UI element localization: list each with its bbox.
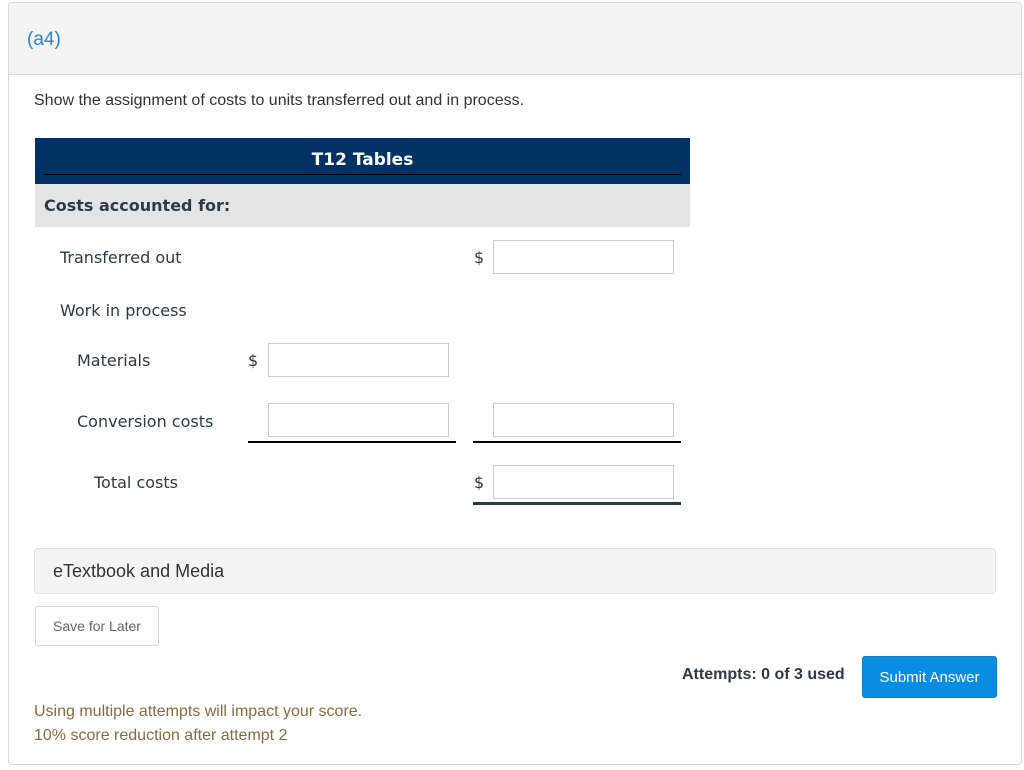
attempts-counter: Attempts: 0 of 3 used [682, 666, 845, 683]
work-in-process-total-input[interactable] [493, 403, 674, 437]
subtotal-underline [473, 441, 681, 443]
materials-input[interactable] [268, 343, 449, 377]
table-header: T12 Tables [35, 138, 690, 184]
label-work-in-process: Work in process [60, 301, 187, 320]
table-header-rule [44, 174, 681, 175]
table-title: T12 Tables [311, 150, 414, 170]
total-costs-input[interactable] [493, 465, 674, 499]
dollar-sign: $ [474, 473, 485, 492]
label-total-costs: Total costs [94, 473, 178, 492]
conversion-costs-input[interactable] [268, 403, 449, 437]
warning-line-1: Using multiple attempts will impact your… [34, 703, 363, 720]
label-transferred-out: Transferred out [60, 248, 182, 267]
submit-answer-button[interactable]: Submit Answer [862, 656, 997, 698]
transferred-out-input[interactable] [493, 240, 674, 274]
section-label: Costs accounted for: [44, 196, 231, 215]
section-row-costs-accounted: Costs accounted for: [35, 184, 690, 227]
attempts-warning: Using multiple attempts will impact your… [34, 700, 362, 748]
label-materials: Materials [77, 351, 151, 370]
question-card: (a4) [8, 2, 1022, 765]
dollar-sign: $ [248, 351, 259, 370]
question-prompt: Show the assignment of costs to units tr… [34, 92, 525, 109]
total-underline [473, 502, 681, 505]
save-for-later-button[interactable]: Save for Later [35, 606, 159, 646]
dollar-sign: $ [474, 248, 485, 267]
warning-line-2: 10% score reduction after attempt 2 [34, 727, 288, 744]
subtotal-underline [248, 441, 456, 443]
label-conversion-costs: Conversion costs [77, 412, 214, 431]
part-label: (a4) [27, 29, 61, 50]
etextbook-media-panel[interactable]: eTextbook and Media [34, 548, 996, 594]
question-header: (a4) [9, 3, 1021, 75]
etextbook-label: eTextbook and Media [53, 561, 225, 581]
